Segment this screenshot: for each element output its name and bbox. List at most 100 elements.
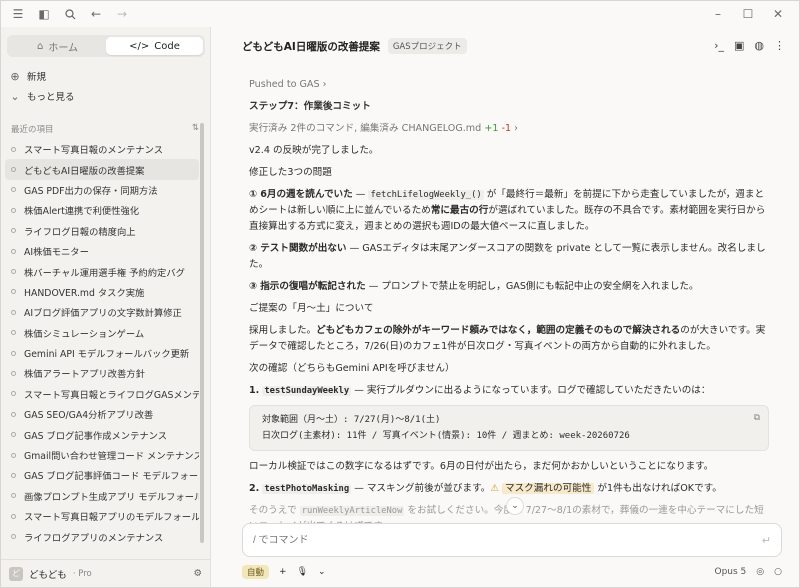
circle-icon	[11, 513, 16, 519]
search-icon[interactable]	[57, 1, 83, 27]
next-2-text2: が1件も出なければOKです。	[594, 483, 722, 494]
next-heading: 次の確認（どちらもGemini APIを呼びません）	[249, 363, 455, 374]
globe-icon[interactable]: ◍	[754, 39, 764, 52]
chevron-down-icon[interactable]: ⌄	[318, 567, 326, 577]
recent-item-label: スマート写真日報のメンテナンス	[24, 145, 163, 157]
code-line-2: 日次ログ(主素材): 11件 / 写真イベント(情景): 10件 / 週まとめ:…	[262, 431, 630, 441]
diff-del: -1	[501, 123, 512, 134]
message-input[interactable]	[253, 534, 762, 546]
recent-item[interactable]: GAS SEO/GA4分析アプリ改善	[5, 404, 199, 424]
sidebar-toggle-icon[interactable]: ◧	[31, 1, 57, 27]
fade-text1: そのうえで	[249, 505, 300, 516]
show-more-button[interactable]: ⌄ もっと見る	[9, 87, 199, 105]
recent-item-label: GAS SEO/GA4分析アプリ改善	[24, 410, 154, 422]
filter-icon[interactable]: ⇅	[192, 123, 199, 135]
model-selector[interactable]: Opus 5	[715, 567, 747, 577]
user-plan: · Pro	[72, 568, 92, 579]
recent-item-label: ライフログ日報の精度向上	[24, 226, 136, 238]
recent-item[interactable]: AIブログ評価アプリの文字数計算修正	[5, 302, 199, 322]
chat-transcript: Pushed to GAS › ステップ7：作業後コミット 実行済み 2件のコマ…	[249, 77, 769, 529]
recent-item[interactable]: 株価シミュレーションゲーム	[5, 323, 199, 343]
after-code-text: ローカル検証ではこの数字になるはずです。6月の日付が出たら，まだ何かおかしいとい…	[249, 461, 714, 472]
project-chip[interactable]: GASプロジェクト	[387, 38, 467, 54]
new-chat-button[interactable]: ⊕ 新規	[9, 67, 199, 85]
recent-item-label: GAS ブログ記事評価コード モデルフォールバ	[24, 471, 199, 483]
recent-item-label: GAS ブログ記事作成メンテナンス	[24, 430, 168, 442]
sidebar-tab-switcher: ⌂ ホーム </> Code	[7, 35, 205, 57]
recent-item[interactable]: GAS PDF出力の保存・同期方法	[5, 180, 199, 200]
proposal-heading: ご提案の「月〜土」について	[249, 303, 374, 314]
composer[interactable]: ↵	[242, 523, 782, 557]
status-icon: ○	[774, 567, 782, 577]
recent-item[interactable]: 株価アラートアプリ改善方針	[5, 363, 199, 383]
close-icon[interactable]: ✕	[763, 1, 793, 27]
minimize-icon[interactable]: –	[703, 1, 733, 27]
forward-arrow-icon[interactable]: →	[109, 1, 135, 27]
recent-item[interactable]: 画像プロンプト生成アプリ モデルフォールバッ	[5, 486, 199, 506]
exec-summary[interactable]: 実行済み 2件のコマンド, 編集済み CHANGELOG.md +1 -1 ›	[249, 121, 769, 137]
recent-item-label: スマート写真日報アプリのモデルフォールバッ	[24, 512, 199, 524]
home-icon: ⌂	[36, 40, 44, 52]
more-options-icon[interactable]: ⋮	[774, 39, 785, 52]
recent-item-label: スマート写真日報とライフログGASメンテナ	[24, 389, 199, 401]
mic-icon[interactable]: 🎙	[297, 567, 308, 577]
circle-icon	[11, 534, 16, 540]
context-icon[interactable]: ◎	[756, 567, 764, 577]
recent-item[interactable]: HANDOVER.md タスク実施	[5, 282, 199, 302]
proposal-text: 採用しました。どもどもカフェの除外がキーワード頼みではなく，範囲の定義そのもので…	[249, 323, 769, 355]
terminal-icon[interactable]: ›_	[714, 39, 724, 52]
tab-code[interactable]: </> Code	[106, 37, 203, 55]
new-chat-label: 新規	[27, 72, 47, 83]
title-bar: ☰ ◧ ← → – ☐ ✕	[1, 1, 799, 27]
issue-1-title: 6月の週を読んでいた	[260, 189, 353, 200]
copy-icon[interactable]: ⧉	[754, 410, 760, 426]
circle-icon	[11, 146, 16, 152]
fixed-heading: 修正した3つの問題	[249, 167, 332, 178]
recent-item-label: HANDOVER.md タスク実施	[24, 287, 145, 299]
recent-item[interactable]: ライフログアプリのメンテナンス	[5, 526, 199, 546]
circle-icon	[11, 432, 16, 438]
preview-icon[interactable]: ▣	[734, 39, 744, 52]
chat-title[interactable]: どもどもAI日曜版の改善提案	[242, 39, 380, 54]
recent-item[interactable]: GAS ブログ記事作成メンテナンス	[5, 424, 199, 444]
user-name: どもども	[29, 569, 67, 581]
chevron-down-icon: ⌄	[10, 89, 20, 103]
show-more-label: もっと見る	[27, 92, 75, 103]
recent-item[interactable]: Gemini API モデルフォールバック更新	[5, 343, 199, 363]
code-icon: </>	[129, 40, 150, 52]
recent-item[interactable]: スマート写真日報アプリのモデルフォールバッ	[5, 506, 199, 526]
issue-2-title: テスト関数が出ない	[260, 243, 347, 254]
recent-item-label: 株バーチャル運用選手権 予約約定バグ	[24, 267, 185, 279]
user-footer[interactable]: ど どもども · Pro ⚙	[1, 559, 210, 587]
recent-item[interactable]: Gmail問い合わせ管理コード メンテナンス	[5, 445, 199, 465]
pushed-status[interactable]: Pushed to GAS ›	[249, 77, 769, 93]
next-1-num: 1.	[249, 385, 260, 396]
recent-item[interactable]: AI株価モニター	[5, 241, 199, 261]
tab-home[interactable]: ⌂ ホーム	[9, 37, 106, 55]
issue-3: ③ 指示の復唱が転記された — プロンプトで禁止を明記し，GAS側にも転記中止の…	[249, 279, 769, 295]
recent-item[interactable]: どもどもAI日曜版の改善提案	[5, 159, 199, 180]
recent-item[interactable]: ライフログ日報の精度向上	[5, 221, 199, 241]
recent-item-label: 株価シミュレーションゲーム	[24, 328, 145, 340]
circle-icon	[11, 391, 16, 397]
mode-chip[interactable]: 自動	[242, 565, 270, 579]
recent-item[interactable]: GAS ブログ記事評価コード モデルフォールバ	[5, 465, 199, 485]
recent-item-label: GAS PDF出力の保存・同期方法	[24, 185, 158, 197]
recent-item[interactable]: スマート写真日報のメンテナンス	[5, 139, 199, 159]
menu-icon[interactable]: ☰	[5, 1, 31, 27]
maximize-icon[interactable]: ☐	[733, 1, 763, 27]
settings-icon[interactable]: ⚙	[193, 568, 202, 579]
scroll-down-button[interactable]: ⌄	[506, 497, 524, 515]
send-icon[interactable]: ↵	[762, 534, 771, 547]
plus-icon[interactable]: +	[279, 567, 287, 577]
sidebar-scrollbar[interactable]	[200, 123, 204, 543]
recent-item-label: どもどもAI日曜版の改善提案	[24, 165, 145, 177]
recent-item[interactable]: スマート写真日報とライフログGASメンテナ	[5, 384, 199, 404]
back-arrow-icon[interactable]: ←	[83, 1, 109, 27]
next-1-code: testSundayWeekly	[262, 386, 352, 396]
recent-item[interactable]: 株価Alert連携で利便性強化	[5, 200, 199, 220]
main-panel: どもどもAI日曜版の改善提案 GASプロジェクト ›_ ▣ ◍ ⋮ Pushed…	[212, 27, 799, 587]
recent-item-label: ライフログアプリのメンテナンス	[24, 532, 164, 544]
circle-icon	[11, 248, 16, 254]
recent-item[interactable]: 株バーチャル運用選手権 予約約定バグ	[5, 261, 199, 281]
